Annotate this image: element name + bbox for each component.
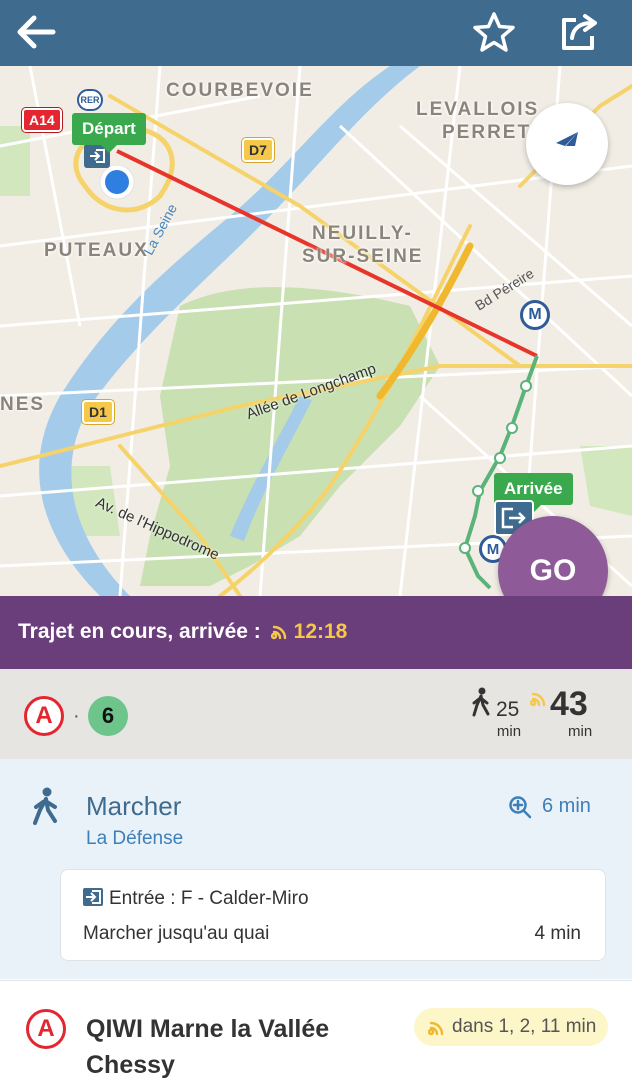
realtime-icon: [270, 622, 294, 642]
line-6-badge: 6: [88, 696, 128, 736]
route-summary[interactable]: A · 6 25 min 43 min: [0, 669, 632, 759]
walk-step-subtitle: La Défense: [86, 828, 184, 849]
road-badge-d7: D7: [242, 138, 274, 162]
line-a-badge: A: [26, 1009, 66, 1049]
walk-step-title: Marcher: [86, 791, 182, 821]
arrival-time: 12:18: [293, 620, 348, 643]
place-label-neuilly: NEUILLY-: [312, 223, 413, 244]
share-button[interactable]: [556, 8, 604, 56]
walk-step-duration: 6 min: [542, 795, 591, 817]
metro-station-badge: M: [520, 300, 550, 330]
entrance-icon: [83, 888, 103, 906]
to-platform-duration: 4 min: [534, 923, 581, 944]
transit-step[interactable]: A QIWI Marne la Vallée Chessy dans 1, 2,…: [0, 980, 632, 1082]
star-icon: [473, 12, 515, 52]
arrow-left-icon: [17, 15, 56, 49]
total-duration-unit: min: [568, 723, 593, 740]
next-departures-text: dans 1, 2, 11 min: [452, 1016, 597, 1037]
walk-minutes-unit: min: [496, 723, 522, 740]
place-label-courbevoie: COURBEVOIE: [166, 80, 314, 101]
rer-station-badge: RER: [77, 89, 103, 111]
place-label-levallois: LEVALLOIS: [416, 99, 540, 120]
realtime-icon: [428, 1021, 444, 1036]
place-label-puteaux: PUTEAUX: [44, 240, 149, 261]
navigation-arrow-icon: [556, 132, 578, 155]
realtime-icon: [530, 692, 546, 707]
place-label-perret: PERRET: [442, 122, 532, 143]
place-label-partial: NES: [0, 394, 46, 415]
place-label-sur-seine: SUR-SEINE: [302, 246, 424, 267]
walk-detail-card: Entrée : F - Calder-Miro Marcher jusqu'a…: [60, 869, 606, 961]
departure-pin-label[interactable]: Départ: [72, 113, 146, 153]
back-button[interactable]: [12, 8, 60, 56]
entrance-text: Entrée : F - Calder-Miro: [109, 888, 309, 909]
to-platform-text: Marcher jusqu'au quai: [83, 923, 270, 944]
share-icon: [562, 14, 597, 50]
next-departures-pill: dans 1, 2, 11 min: [414, 1008, 609, 1046]
locate-me-button[interactable]: [526, 103, 608, 185]
entrance-row: Entrée : F - Calder-Miro: [83, 888, 309, 910]
road-badge-d1: D1: [82, 400, 114, 424]
trip-status-text: Trajet en cours, arrivée :: [18, 620, 261, 643]
route-map[interactable]: COURBEVOIE LEVALLOIS PERRET NEUILLY- SUR…: [0, 66, 632, 596]
trip-status-bar: Trajet en cours, arrivée : 12:18: [0, 596, 632, 669]
favorite-button[interactable]: [470, 8, 518, 56]
top-bar: [0, 0, 632, 66]
total-duration: 43: [550, 685, 588, 723]
walk-icon: [33, 787, 57, 825]
zoom-in-icon[interactable]: [508, 795, 532, 819]
line-separator: ·: [73, 705, 80, 727]
transit-destination: QIWI Marne la Vallée Chessy: [86, 1015, 330, 1079]
walk-minutes: 25: [496, 698, 520, 721]
road-badge-a14: A14: [22, 108, 62, 132]
line-a-badge: A: [24, 696, 64, 736]
walk-icon: [472, 687, 490, 717]
walk-step[interactable]: Marcher La Défense 6 min Entrée : F - Ca…: [0, 759, 632, 979]
